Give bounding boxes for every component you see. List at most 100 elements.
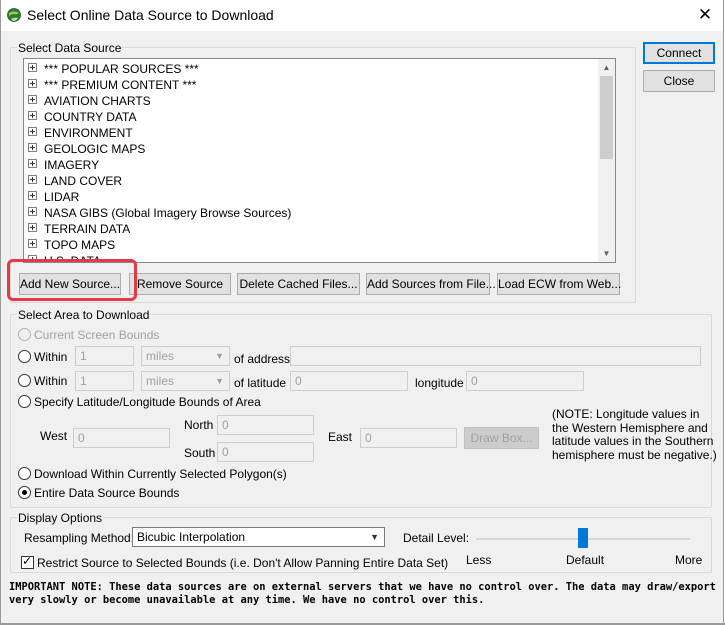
tree-item-label: AVIATION CHARTS	[44, 93, 151, 108]
tree-item-label: NASA GIBS (Global Imagery Browse Sources…	[44, 205, 292, 220]
expand-plus-icon[interactable]	[28, 127, 37, 137]
north-label: North	[184, 418, 214, 432]
tree-item[interactable]: *** PREMIUM CONTENT ***	[28, 77, 196, 93]
tree-item[interactable]: TOPO MAPS	[28, 237, 115, 253]
globe-app-icon	[7, 8, 21, 22]
of-latitude-label: of latitude	[234, 376, 287, 390]
expand-plus-icon[interactable]	[28, 95, 37, 105]
resampling-label: Resampling Method:	[24, 531, 135, 545]
south-label: South	[184, 446, 216, 460]
latlon-distance-field[interactable]: 1	[75, 371, 134, 391]
chevron-down-icon: ▼	[215, 351, 224, 361]
within-polygon-label: Download Within Currently Selected Polyg…	[34, 467, 287, 481]
latitude-field[interactable]: 0	[290, 371, 408, 391]
tree-vertical-scrollbar[interactable]: ▲ ▼	[598, 59, 615, 262]
within-address-radio[interactable]	[18, 350, 31, 363]
tree-item[interactable]: TERRAIN DATA	[28, 221, 130, 237]
expand-plus-icon[interactable]	[28, 79, 37, 89]
tree-item-label: TERRAIN DATA	[44, 221, 131, 236]
delete-cached-files-button[interactable]: Delete Cached Files...	[237, 273, 360, 295]
load-ecw-from-web-button[interactable]: Load ECW from Web...	[497, 273, 621, 295]
entire-bounds-label: Entire Data Source Bounds	[34, 486, 180, 500]
resampling-value: Bicubic Interpolation	[137, 530, 246, 544]
close-button[interactable]: Close	[643, 70, 715, 92]
restrict-bounds-checkbox[interactable]	[21, 554, 34, 569]
tree-item-label: GEOLOGIC MAPS	[44, 141, 146, 156]
tree-item[interactable]: GEOLOGIC MAPS	[28, 141, 145, 157]
longitude-label: longitude	[415, 376, 464, 390]
expand-plus-icon[interactable]	[28, 223, 37, 233]
scrollbar-thumb[interactable]	[600, 76, 613, 159]
scroll-up-icon[interactable]: ▲	[598, 59, 615, 76]
latlon-unit-value: miles	[146, 374, 175, 388]
longitude-field[interactable]: 0	[466, 371, 584, 391]
area-group-label: Select Area to Download	[17, 308, 151, 322]
tree-item-label: IMAGERY	[44, 157, 100, 172]
specify-bounds-radio[interactable]	[18, 395, 31, 408]
display-options-label: Display Options	[17, 511, 104, 525]
expand-plus-icon[interactable]	[28, 111, 37, 121]
tree-item[interactable]: ENVIRONMENT	[28, 125, 133, 141]
remove-source-button[interactable]: Remove Source	[129, 273, 231, 295]
tree-item-label: *** PREMIUM CONTENT ***	[44, 77, 197, 92]
scroll-down-icon[interactable]: ▼	[598, 245, 615, 262]
detail-less-label: Less	[466, 553, 492, 567]
title-bar: Select Online Data Source to Download ✕	[0, 0, 725, 31]
window-border-left	[0, 0, 1, 625]
latlon-unit-dropdown[interactable]: miles ▼	[141, 371, 230, 391]
address-distance-field[interactable]: 1	[75, 346, 134, 366]
window-title: Select Online Data Source to Download	[27, 7, 274, 23]
tree-item[interactable]: AVIATION CHARTS	[28, 93, 151, 109]
tree-item-label: LAND COVER	[44, 173, 123, 188]
tree-item[interactable]: LAND COVER	[28, 173, 122, 189]
expand-plus-icon[interactable]	[28, 159, 37, 169]
within-latlon-label: Within	[34, 374, 68, 388]
current-screen-label: Current Screen Bounds	[34, 328, 160, 342]
longitude-note: (NOTE: Longitude values in the Western H…	[552, 407, 717, 462]
east-field[interactable]: 0	[360, 428, 457, 448]
tree-item-label: COUNTRY DATA	[44, 109, 137, 124]
red-highlight-annotation	[7, 259, 137, 301]
east-label: East	[328, 430, 353, 444]
within-address-label: Within	[34, 350, 68, 364]
data-source-tree[interactable]: *** POPULAR SOURCES *** *** PREMIUM CONTE…	[23, 58, 616, 263]
add-sources-from-file-button[interactable]: Add Sources from File...	[366, 273, 496, 295]
chevron-down-icon: ▼	[215, 376, 224, 386]
expand-plus-icon[interactable]	[28, 207, 37, 217]
west-field[interactable]: 0	[73, 428, 170, 448]
within-latlon-radio[interactable]	[18, 374, 31, 387]
tree-item-label: TOPO MAPS	[44, 237, 116, 252]
expand-plus-icon[interactable]	[28, 175, 37, 185]
tree-item[interactable]: COUNTRY DATA	[28, 109, 136, 125]
within-polygon-radio[interactable]	[18, 467, 31, 480]
data-source-group-label: Select Data Source	[17, 41, 123, 55]
detail-default-label: Default	[566, 553, 605, 567]
connect-button[interactable]: Connect	[643, 42, 715, 64]
current-screen-radio[interactable]	[18, 328, 31, 341]
tree-item-label: ENVIRONMENT	[44, 125, 133, 140]
north-field[interactable]: 0	[217, 415, 314, 435]
close-window-icon[interactable]: ✕	[687, 1, 723, 29]
detail-level-slider-thumb[interactable]	[578, 528, 588, 548]
expand-plus-icon[interactable]	[28, 239, 37, 249]
address-field[interactable]	[290, 346, 701, 366]
expand-plus-icon[interactable]	[28, 143, 37, 153]
expand-plus-icon[interactable]	[28, 63, 37, 73]
expand-plus-icon[interactable]	[28, 191, 37, 201]
south-field[interactable]: 0	[217, 442, 314, 462]
address-unit-dropdown[interactable]: miles ▼	[141, 346, 230, 366]
specify-bounds-label: Specify Latitude/Longitude Bounds of Are…	[34, 395, 261, 409]
tree-item[interactable]: LIDAR	[28, 189, 79, 205]
tree-item[interactable]: IMAGERY	[28, 157, 99, 173]
tree-item[interactable]: *** POPULAR SOURCES ***	[28, 61, 199, 77]
of-address-label: of address	[234, 352, 291, 366]
west-label: West	[40, 429, 68, 443]
tree-item-label: LIDAR	[44, 189, 80, 204]
draw-box-button[interactable]: Draw Box...	[464, 427, 539, 449]
entire-bounds-radio[interactable]	[18, 486, 31, 499]
chevron-down-icon: ▼	[370, 532, 379, 542]
tree-item-label: *** POPULAR SOURCES ***	[44, 61, 199, 76]
resampling-dropdown[interactable]: Bicubic Interpolation ▼	[132, 527, 385, 547]
tree-item[interactable]: NASA GIBS (Global Imagery Browse Sources…	[28, 205, 291, 221]
restrict-bounds-label: Restrict Source to Selected Bounds (i.e.…	[37, 556, 449, 570]
